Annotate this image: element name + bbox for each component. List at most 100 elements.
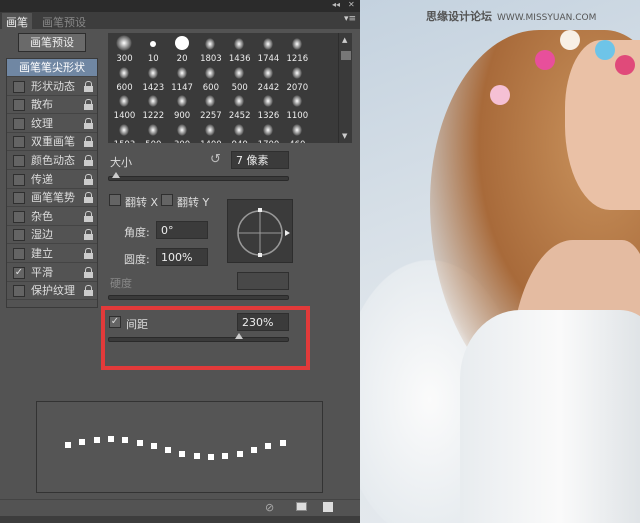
brush-tip[interactable]: 10 — [139, 35, 168, 64]
brush-setting-7[interactable]: 画笔笔势 — [7, 189, 97, 208]
brush-tip[interactable]: 1436 — [225, 35, 254, 64]
brush-grid-scrollbar[interactable]: ▲ ▼ — [338, 33, 352, 143]
tab-brush-presets[interactable]: 画笔预设 — [38, 13, 90, 29]
lock-icon[interactable] — [84, 285, 93, 297]
brush-setting-0[interactable]: 画笔笔尖形状 — [7, 59, 97, 77]
brush-setting-6[interactable]: 传递 — [7, 171, 97, 189]
brush-tip-icon — [234, 95, 245, 107]
brush-tip[interactable]: 1744 — [254, 35, 283, 64]
brush-setting-1[interactable]: 形状动态 — [7, 78, 97, 96]
brush-size-label: 1423 — [142, 82, 165, 93]
brush-tip[interactable]: 2257 — [196, 92, 225, 121]
size-slider[interactable] — [108, 172, 289, 181]
brush-tip[interactable]: 900 — [168, 92, 197, 121]
scroll-down-icon[interactable]: ▼ — [342, 132, 347, 140]
brush-tip[interactable]: 1216 — [283, 35, 312, 64]
brush-tip[interactable]: 1100 — [283, 92, 312, 121]
lock-icon[interactable] — [84, 99, 93, 111]
brush-setting-checkbox[interactable] — [13, 229, 25, 242]
brush-tip[interactable]: 1400 — [110, 92, 139, 121]
close-icon[interactable]: ✕ — [348, 0, 355, 9]
flip-x-checkbox[interactable] — [109, 194, 121, 206]
brush-tip[interactable]: 300 — [110, 35, 139, 64]
brush-setting-4[interactable]: 双重画笔 — [7, 133, 97, 152]
brush-grid-icon[interactable] — [296, 502, 307, 511]
brush-setting-label: 传递 — [31, 172, 53, 186]
lock-icon[interactable] — [84, 210, 93, 222]
panel-resize-grip[interactable] — [0, 516, 360, 523]
brush-setting-11[interactable]: ✓ 平滑 — [7, 264, 97, 282]
brush-setting-12[interactable]: 保护纹理 — [7, 282, 97, 301]
brush-tip[interactable]: 1423 — [139, 64, 168, 93]
brush-setting-checkbox[interactable] — [13, 117, 25, 130]
brush-setting-checkbox[interactable] — [13, 192, 25, 205]
brush-tip[interactable]: 2070 — [283, 64, 312, 93]
brush-tip[interactable]: 460 — [283, 121, 312, 143]
brush-setting-checkbox[interactable] — [13, 210, 25, 223]
brush-setting-label: 湿边 — [31, 228, 53, 242]
new-brush-icon[interactable] — [323, 502, 333, 512]
tab-brush[interactable]: 画笔 — [2, 13, 32, 29]
brush-tip[interactable]: 2442 — [254, 64, 283, 93]
brush-tip[interactable]: 1147 — [168, 64, 197, 93]
brush-setting-3[interactable]: 纹理 — [7, 115, 97, 133]
flip-y-checkbox[interactable] — [161, 194, 173, 206]
brush-setting-5[interactable]: 颜色动态 — [7, 152, 97, 170]
brush-setting-checkbox[interactable]: ✓ — [13, 266, 25, 279]
collapse-icon[interactable]: ◂◂ — [332, 0, 340, 9]
lock-icon[interactable] — [84, 117, 93, 129]
brush-setting-2[interactable]: 散布 — [7, 96, 97, 115]
brush-tip[interactable]: 20 — [168, 35, 197, 64]
toggle-live-tip-icon[interactable]: ⊘ — [265, 501, 274, 514]
panel-footer: ⊘ — [0, 499, 360, 516]
brush-tip[interactable]: 500 — [139, 121, 168, 143]
brush-setting-label: 颜色动态 — [31, 154, 75, 167]
brush-tip[interactable]: 1593 — [110, 121, 139, 143]
brush-tip[interactable]: 940 — [225, 121, 254, 143]
angle-roundness-widget[interactable] — [227, 199, 293, 263]
brush-tip[interactable]: 1803 — [196, 35, 225, 64]
size-input[interactable]: 7 像素 — [231, 151, 289, 169]
brush-tip[interactable]: 600 — [196, 64, 225, 93]
lock-icon[interactable] — [84, 229, 93, 241]
lock-icon[interactable] — [84, 155, 93, 166]
panel-menu-icon[interactable]: ▾≡ — [344, 14, 356, 24]
lock-icon[interactable] — [84, 248, 93, 259]
brush-tip[interactable]: 600 — [110, 64, 139, 93]
brush-tip[interactable]: 500 — [225, 64, 254, 93]
reset-size-icon[interactable]: ↺ — [210, 152, 221, 167]
flower — [615, 55, 635, 75]
lock-icon[interactable] — [84, 136, 93, 148]
brush-presets-button[interactable]: 画笔预设 — [18, 33, 86, 52]
brush-tip[interactable]: 1326 — [254, 92, 283, 121]
scroll-thumb[interactable] — [341, 51, 351, 60]
brush-setting-checkbox[interactable] — [13, 155, 25, 167]
scroll-up-icon[interactable]: ▲ — [342, 36, 347, 44]
brush-setting-10[interactable]: 建立 — [7, 245, 97, 263]
brush-tip[interactable]: 300 — [168, 121, 197, 143]
brush-tip[interactable]: 1700 — [254, 121, 283, 143]
brush-setting-label: 建立 — [31, 247, 53, 260]
brush-setting-checkbox[interactable] — [13, 285, 25, 298]
brush-setting-8[interactable]: 杂色 — [7, 208, 97, 226]
roundness-input[interactable]: 100% — [156, 248, 208, 266]
brush-tip-icon — [291, 38, 302, 50]
brush-tip[interactable]: 1222 — [139, 92, 168, 121]
lock-icon[interactable] — [84, 80, 93, 92]
lock-icon[interactable] — [84, 192, 93, 204]
brush-setting-9[interactable]: 湿边 — [7, 226, 97, 245]
brush-tip-icon — [119, 95, 129, 107]
brush-tip[interactable]: 2452 — [225, 92, 254, 121]
size-slider-knob[interactable] — [111, 172, 120, 178]
brush-setting-checkbox[interactable] — [13, 99, 25, 112]
angle-input[interactable]: 0° — [156, 221, 208, 239]
brush-setting-label: 保护纹理 — [31, 284, 75, 298]
brush-tip[interactable]: 1400 — [196, 121, 225, 143]
lock-icon[interactable] — [84, 173, 93, 185]
stroke-dot — [165, 447, 172, 454]
brush-setting-checkbox[interactable] — [13, 80, 25, 93]
lock-icon[interactable] — [84, 266, 93, 278]
brush-setting-checkbox[interactable] — [13, 173, 25, 186]
brush-setting-checkbox[interactable] — [13, 248, 25, 260]
brush-setting-checkbox[interactable] — [13, 136, 25, 149]
